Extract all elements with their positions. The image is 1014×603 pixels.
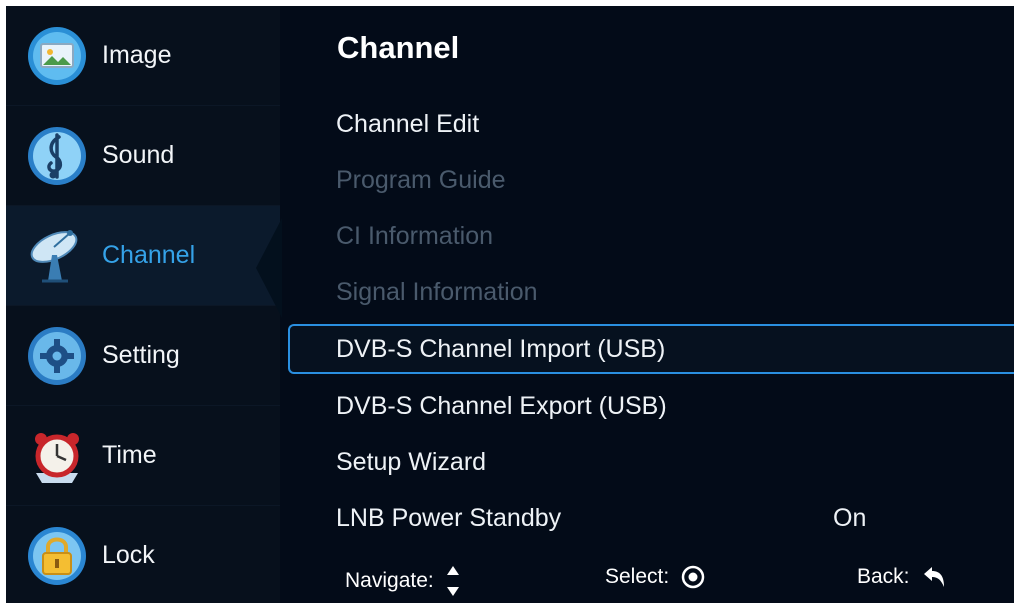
sidebar-item-setting[interactable]: Setting: [6, 306, 280, 406]
up-down-arrows-icon: [446, 565, 460, 597]
sidebar-item-label: Sound: [102, 141, 175, 169]
menu-item-ci-information: CI Information: [288, 211, 1014, 261]
menu-item-dvbs-channel-export[interactable]: DVB-S Channel Export (USB): [288, 381, 1014, 431]
menu-item-signal-information: Signal Information: [288, 267, 1014, 317]
footer-hints: Navigate: Select: Back:: [6, 561, 1014, 603]
sidebar-item-label: Setting: [102, 341, 180, 369]
sidebar-item-channel[interactable]: Channel: [6, 206, 280, 306]
gear-icon: [24, 323, 90, 389]
lnb-power-standby-value: On: [833, 503, 867, 532]
back-hint-label: Back:: [857, 565, 910, 588]
menu-item-label: Program Guide: [336, 165, 506, 194]
category-sidebar: Image Sound Channel Setting Time Lock: [6, 6, 282, 603]
menu-item-dvbs-channel-import[interactable]: DVB-S Channel Import (USB): [288, 324, 1014, 374]
menu-item-program-guide: Program Guide: [288, 155, 1014, 205]
sidebar-item-image[interactable]: Image: [6, 6, 280, 106]
menu-item-label: DVB-S Channel Export (USB): [336, 391, 667, 420]
sidebar-item-label: Channel: [102, 241, 196, 269]
back-arrow-icon: [922, 566, 946, 588]
active-indicator-notch: [256, 218, 282, 318]
select-hint: Select:: [605, 565, 705, 589]
navigate-hint-label: Navigate:: [345, 569, 434, 592]
menu-item-label: CI Information: [336, 221, 494, 250]
menu-item-label: Signal Information: [336, 277, 538, 306]
navigate-hint: Navigate:: [345, 565, 460, 597]
menu-item-channel-edit[interactable]: Channel Edit: [288, 99, 1014, 149]
menu-item-label: LNB Power Standby: [336, 503, 562, 532]
alarm-clock-icon: [24, 423, 90, 489]
menu-item-setup-wizard[interactable]: Setup Wizard: [288, 437, 1014, 487]
tv-menu-screen: Image Sound Channel Setting Time Lock Ch…: [6, 6, 1014, 603]
sidebar-item-time[interactable]: Time: [6, 406, 280, 506]
menu-item-label: Setup Wizard: [336, 447, 487, 476]
back-hint: Back:: [857, 565, 946, 589]
menu-item-label: Channel Edit: [336, 109, 480, 138]
menu-item-label: DVB-S Channel Import (USB): [336, 334, 666, 363]
music-note-icon: [24, 123, 90, 189]
ok-circle-icon: [681, 565, 705, 589]
sidebar-item-label: Time: [102, 441, 157, 469]
sidebar-item-sound[interactable]: Sound: [6, 106, 280, 206]
menu-item-lnb-power-standby[interactable]: LNB Power Standby On: [288, 493, 1014, 543]
satellite-dish-icon: [24, 223, 90, 289]
image-icon: [24, 23, 90, 89]
sidebar-item-label: Image: [102, 41, 172, 69]
select-hint-label: Select:: [605, 565, 670, 588]
panel-title: Channel: [337, 30, 460, 65]
